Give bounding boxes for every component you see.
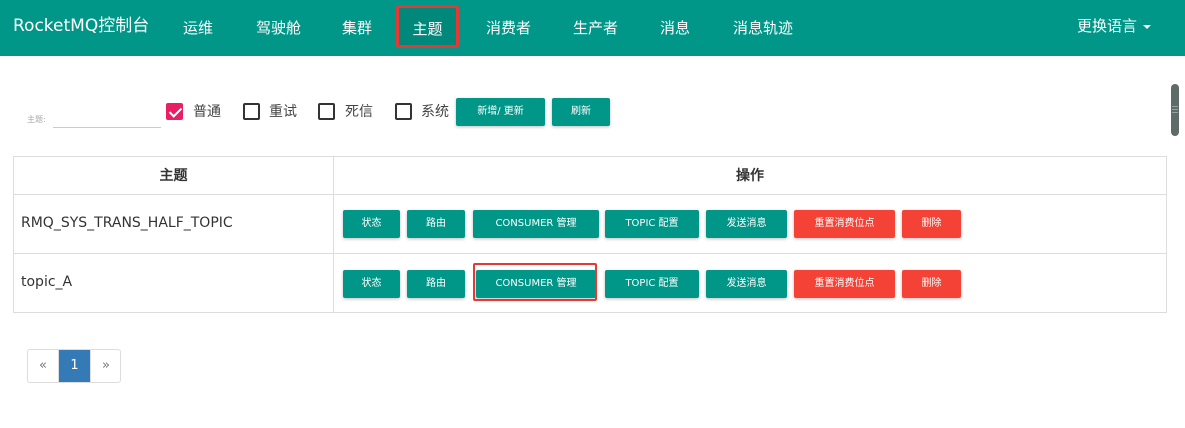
checkbox-dead-letter-label: 死信 bbox=[345, 104, 373, 120]
consumer-manage-button[interactable]: CONSUMER 管理 bbox=[473, 210, 599, 238]
checkbox-system[interactable] bbox=[395, 103, 412, 120]
checkbox-normal[interactable] bbox=[166, 103, 183, 120]
table-row: topic_A 状态 路由 CONSUMER 管理 TOPIC 配置 发送消息 … bbox=[14, 253, 1166, 312]
topic-config-button[interactable]: TOPIC 配置 bbox=[605, 270, 699, 298]
pagination-next[interactable]: » bbox=[90, 350, 120, 382]
nav-item-ops[interactable]: 运维 bbox=[183, 17, 213, 39]
topic-table: 主题 操作 RMQ_SYS_TRANS_HALF_TOPIC 状态 路由 CON… bbox=[13, 156, 1167, 313]
nav-item-consumer[interactable]: 消费者 bbox=[486, 17, 531, 39]
reset-offset-button[interactable]: 重置消费位点 bbox=[794, 270, 895, 298]
add-update-button[interactable]: 新增/ 更新 bbox=[456, 98, 545, 126]
pagination-page-1[interactable]: 1 bbox=[59, 350, 90, 382]
reset-offset-button[interactable]: 重置消费位点 bbox=[794, 210, 895, 238]
column-header-topic: 主题 bbox=[159, 168, 188, 184]
caret-down-icon bbox=[1143, 24, 1151, 29]
consumer-manage-button[interactable]: CONSUMER 管理 bbox=[476, 270, 596, 298]
table-row: RMQ_SYS_TRANS_HALF_TOPIC 状态 路由 CONSUMER … bbox=[14, 194, 1166, 253]
checkbox-retry-label: 重试 bbox=[269, 104, 297, 120]
delete-button[interactable]: 删除 bbox=[902, 210, 961, 238]
send-message-button[interactable]: 发送消息 bbox=[706, 270, 787, 298]
checkbox-retry[interactable] bbox=[243, 103, 260, 120]
checkbox-system-label: 系统 bbox=[421, 104, 449, 120]
topic-name-cell: topic_A bbox=[21, 274, 73, 290]
nav-item-cluster[interactable]: 集群 bbox=[342, 17, 372, 39]
route-button[interactable]: 路由 bbox=[407, 270, 465, 298]
refresh-button[interactable]: 刷新 bbox=[552, 98, 610, 126]
status-button[interactable]: 状态 bbox=[343, 210, 400, 238]
status-button[interactable]: 状态 bbox=[343, 270, 400, 298]
nav-item-producer[interactable]: 生产者 bbox=[573, 17, 618, 39]
send-message-button[interactable]: 发送消息 bbox=[706, 210, 787, 238]
nav-item-topic[interactable]: 主题 bbox=[396, 5, 459, 48]
top-navbar: RocketMQ控制台 运维 驾驶舱 集群 主题 消费者 生产者 消息 消息轨迹… bbox=[0, 0, 1185, 56]
topic-filter-label: 主题: bbox=[27, 115, 46, 124]
nav-item-dashboard[interactable]: 驾驶舱 bbox=[256, 17, 301, 39]
brand-title[interactable]: RocketMQ控制台 bbox=[13, 14, 149, 38]
nav-item-message[interactable]: 消息 bbox=[660, 17, 690, 39]
language-label: 更换语言 bbox=[1076, 17, 1137, 35]
language-dropdown[interactable]: 更换语言 bbox=[1077, 15, 1151, 37]
filter-bar: 主题: 普通 重试 死信 系统 新增/ 更新 刷新 bbox=[0, 96, 1185, 136]
route-button[interactable]: 路由 bbox=[407, 210, 465, 238]
checkbox-normal-label: 普通 bbox=[193, 104, 221, 120]
column-header-actions: 操作 bbox=[736, 168, 764, 184]
nav-item-message-trace[interactable]: 消息轨迹 bbox=[733, 17, 793, 39]
pagination-prev[interactable]: « bbox=[28, 350, 59, 382]
topic-config-button[interactable]: TOPIC 配置 bbox=[605, 210, 699, 238]
topic-name-cell: RMQ_SYS_TRANS_HALF_TOPIC bbox=[21, 215, 233, 231]
topic-search-input[interactable] bbox=[53, 106, 161, 128]
checkbox-dead-letter[interactable] bbox=[318, 103, 335, 120]
pagination: « 1 » bbox=[27, 349, 121, 383]
delete-button[interactable]: 删除 bbox=[902, 270, 961, 298]
